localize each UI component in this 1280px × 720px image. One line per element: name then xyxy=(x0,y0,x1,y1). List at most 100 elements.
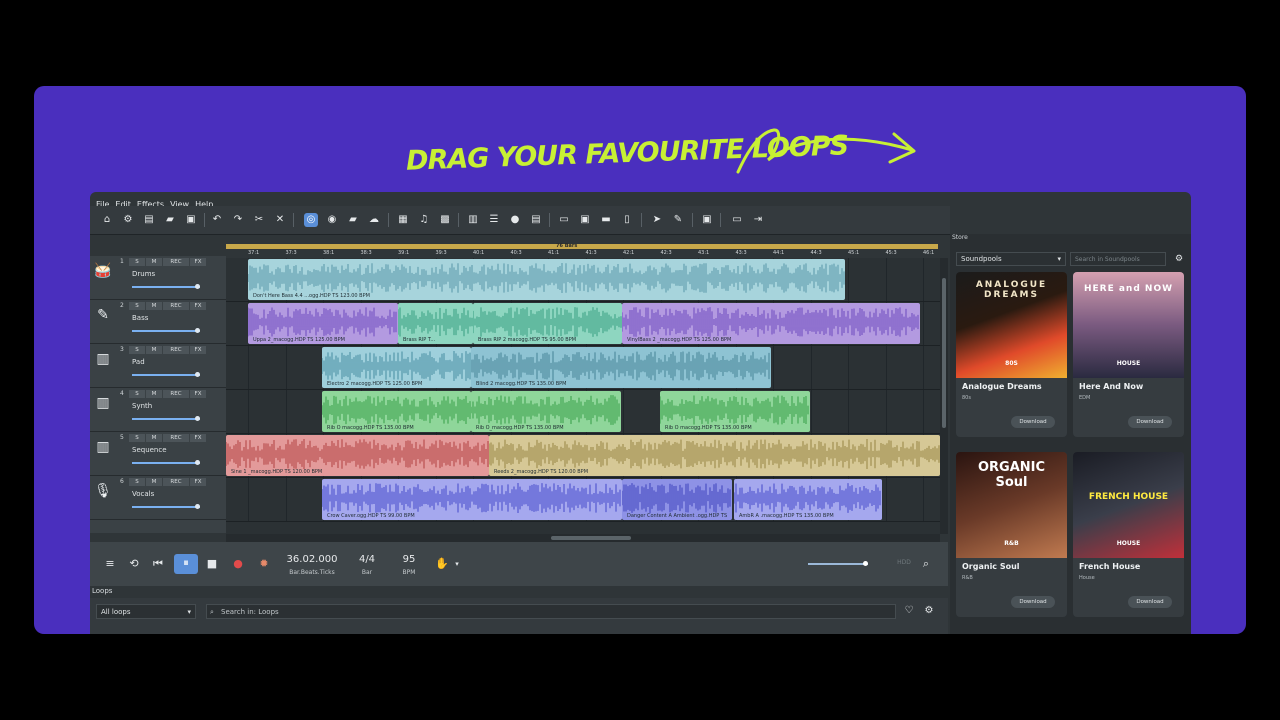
favorite-heart-icon[interactable]: ♡ xyxy=(902,602,916,620)
download-button[interactable]: Download xyxy=(1011,416,1055,428)
horizontal-scrollbar[interactable] xyxy=(226,534,940,542)
audio-clip[interactable]: Rib O_macogg.HDP TS 135.00 BPM xyxy=(471,391,621,432)
track-header-drums[interactable]: 🥁 1 S M REC FX Drums xyxy=(90,256,226,300)
track-rec-button[interactable]: REC xyxy=(163,258,189,266)
track-name[interactable]: Pad xyxy=(132,358,145,366)
tempo-value[interactable]: 95 xyxy=(394,554,424,565)
audio-clip[interactable]: Uppa 2_macogg.HDP TS 125.00 BPM xyxy=(248,303,398,344)
snapshot-icon[interactable]: ▣ xyxy=(700,213,714,227)
track-rec-button[interactable]: REC xyxy=(163,478,189,486)
track-s-button[interactable]: S xyxy=(129,390,145,398)
loops-search-input[interactable]: ⌕ Search in: Loops xyxy=(206,604,896,619)
audio-clip[interactable]: Reeds 2_macogg.HDP TS 120.00 BPM xyxy=(489,435,940,476)
loop-range-bar[interactable]: 76 Bars xyxy=(226,243,938,249)
track-fx-button[interactable]: FX xyxy=(190,390,206,398)
folder-icon[interactable]: ▰ xyxy=(346,213,360,227)
track-s-button[interactable]: S xyxy=(129,478,145,486)
library-icon[interactable]: ▤ xyxy=(529,213,543,227)
store-settings-icon[interactable]: ⚙ xyxy=(1172,250,1186,268)
track-header-vocals[interactable]: 🎙 6 S M REC FX Vocals xyxy=(90,476,226,520)
time-signature-value[interactable]: 4/4 xyxy=(352,554,382,565)
track-name[interactable]: Synth xyxy=(132,402,152,410)
track-fx-button[interactable]: FX xyxy=(190,302,206,310)
grid-icon[interactable]: ▩ xyxy=(438,213,452,227)
split-icon[interactable]: ▯ xyxy=(620,213,634,227)
track-header-synth[interactable]: ▥ 4 S M REC FX Synth xyxy=(90,388,226,432)
audio-clip[interactable]: Crow Caver.ogg.HDP TS 99.00 BPM xyxy=(322,479,622,520)
record-disc-icon[interactable]: ● xyxy=(508,213,522,227)
track-volume-slider[interactable] xyxy=(132,460,200,465)
soundpool-card[interactable]: FRENCH HOUSE HOUSE French House House Downlo… xyxy=(1073,452,1184,617)
download-button[interactable]: Download xyxy=(1011,596,1055,608)
loop-icon[interactable]: ⟲ xyxy=(126,555,142,573)
audio-clip[interactable]: VinylBass 2 _macogg.HDP TS 125.00 BPM xyxy=(622,303,920,344)
position-value[interactable]: 36.02.000 xyxy=(282,554,342,565)
music-note-icon[interactable]: ♫ xyxy=(417,213,431,227)
settings-icon[interactable]: ⚙ xyxy=(121,213,135,227)
track-header-pad[interactable]: ▥ 3 S M REC FX Pad xyxy=(90,344,226,388)
record-button[interactable]: ● xyxy=(230,555,246,573)
pause-button[interactable]: ⏸ xyxy=(174,554,198,574)
track-name[interactable]: Drums xyxy=(132,270,155,278)
magic-cursor-icon[interactable]: ✎ xyxy=(671,213,685,227)
track-s-button[interactable]: S xyxy=(129,346,145,354)
track-volume-slider[interactable] xyxy=(132,328,200,333)
track-rec-button[interactable]: REC xyxy=(163,390,189,398)
vertical-scrollbar[interactable] xyxy=(940,258,948,534)
track-name[interactable]: Sequence xyxy=(132,446,167,454)
audio-clip[interactable]: Blind 2 macogg.HDP TS 135.00 BPM xyxy=(471,347,771,388)
track-m-button[interactable]: M xyxy=(146,258,162,266)
track-m-button[interactable]: M xyxy=(146,478,162,486)
store-search-input[interactable]: Search in Soundpools xyxy=(1070,252,1166,266)
fit-icon[interactable]: ▭ xyxy=(730,213,744,227)
audio-clip[interactable]: Brass RIP 2 macogg.HDP TS 95.00 BPM xyxy=(473,303,622,344)
audio-clip[interactable]: Don't Here Bass 4.4 ...ogg.HDP TS 123.00… xyxy=(248,259,845,300)
track-m-button[interactable]: M xyxy=(146,390,162,398)
upload-icon[interactable]: ☁ xyxy=(367,213,381,227)
soundpool-card[interactable]: ORGANIC Soul R&B Organic Soul R&B Download xyxy=(956,452,1067,617)
audio-clip[interactable]: Danger Content A Ambient .ogg.HDP TS xyxy=(622,479,732,520)
skip-back-icon[interactable]: ⏮ xyxy=(150,555,166,573)
mixer-icon[interactable]: ☰ xyxy=(487,213,501,227)
audio-clip[interactable]: AmbR A .macogg.HDP TS 135.00 BPM xyxy=(734,479,882,520)
track-volume-slider[interactable] xyxy=(132,504,200,509)
delete-icon[interactable]: ✕ xyxy=(273,213,287,227)
monitor-icon[interactable]: ▭ xyxy=(557,213,571,227)
stop-button[interactable]: ■ xyxy=(204,555,220,573)
track-rec-button[interactable]: REC xyxy=(163,302,189,310)
loops-settings-icon[interactable]: ⚙ xyxy=(922,602,936,620)
keyboard-icon[interactable]: ▥ xyxy=(466,213,480,227)
image-icon[interactable]: ▦ xyxy=(396,213,410,227)
track-volume-slider[interactable] xyxy=(132,416,200,421)
add-track-icon[interactable]: ≡ xyxy=(102,555,118,573)
pointer-icon[interactable]: ➤ xyxy=(650,213,664,227)
track-s-button[interactable]: S xyxy=(129,434,145,442)
track-rec-button[interactable]: REC xyxy=(163,346,189,354)
undo-icon[interactable]: ↶ xyxy=(210,213,224,227)
media-icon[interactable]: ▬ xyxy=(599,213,613,227)
loops-category-select[interactable]: All loops ▾ xyxy=(96,604,196,619)
download-button[interactable]: Download xyxy=(1128,416,1172,428)
loop-mode-icon[interactable]: ◎ xyxy=(304,213,318,227)
audio-clip[interactable]: Electro 2 macogg.HDP TS 125.00 BPM xyxy=(322,347,471,388)
metronome-icon[interactable]: ✹ xyxy=(256,555,272,573)
audio-clip[interactable]: Brass RIP T... xyxy=(398,303,473,344)
track-s-button[interactable]: S xyxy=(129,302,145,310)
track-fx-button[interactable]: FX xyxy=(190,258,206,266)
track-name[interactable]: Bass xyxy=(132,314,148,322)
track-volume-slider[interactable] xyxy=(132,372,200,377)
track-rec-button[interactable]: REC xyxy=(163,434,189,442)
track-header-bass[interactable]: ✎ 2 S M REC FX Bass xyxy=(90,300,226,344)
cut-icon[interactable]: ✂ xyxy=(252,213,266,227)
chevron-down-icon[interactable]: ▾ xyxy=(452,555,462,573)
track-m-button[interactable]: M xyxy=(146,346,162,354)
export-icon[interactable]: ⇥ xyxy=(751,213,765,227)
audio-clip[interactable]: Rib O macogg.HDP TS 135.00 BPM xyxy=(322,391,471,432)
soundpool-card[interactable]: HERE and NOW HOUSE Here And Now EDM Download xyxy=(1073,272,1184,437)
track-fx-button[interactable]: FX xyxy=(190,478,206,486)
save-icon[interactable]: ▣ xyxy=(184,213,198,227)
redo-icon[interactable]: ↷ xyxy=(231,213,245,227)
track-m-button[interactable]: M xyxy=(146,434,162,442)
track-m-button[interactable]: M xyxy=(146,302,162,310)
track-fx-button[interactable]: FX xyxy=(190,346,206,354)
